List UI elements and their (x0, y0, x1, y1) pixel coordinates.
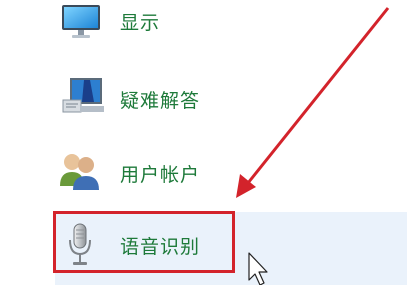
control-panel-list: 显示 疑难解答 用户帐户 语音识别 (0, 0, 407, 285)
control-panel-item-display[interactable]: 显示 (0, 0, 407, 56)
troubleshoot-icon (60, 74, 106, 120)
item-label-user-accounts: 用户帐户 (120, 164, 201, 186)
user-accounts-icon (56, 150, 102, 196)
monitor-icon (60, 2, 102, 44)
item-label-troubleshooting: 疑难解答 (120, 90, 201, 112)
control-panel-item-user-accounts[interactable]: 用户帐户 (0, 140, 407, 196)
item-label-display: 显示 (120, 12, 161, 34)
control-panel-item-troubleshooting[interactable]: 疑难解答 (0, 70, 407, 126)
annotation-highlight-box (53, 211, 235, 273)
